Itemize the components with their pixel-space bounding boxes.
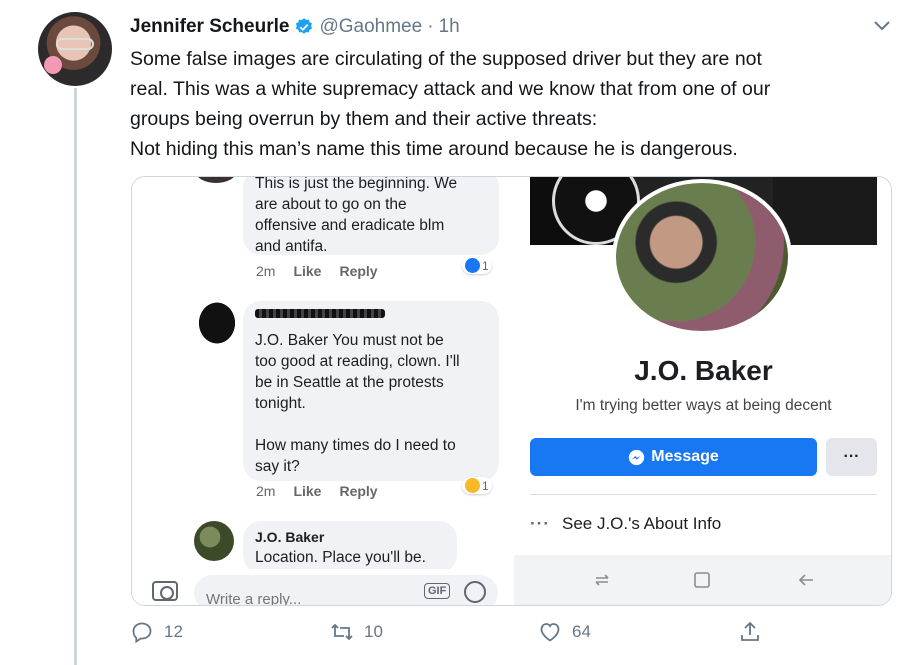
reaction-count: 1 bbox=[482, 258, 489, 273]
reply-count: 12 bbox=[164, 622, 183, 641]
recent-apps-icon[interactable] bbox=[592, 569, 612, 591]
comment-line: and antifa. bbox=[255, 238, 328, 255]
reaction-badge: 1 bbox=[462, 477, 492, 494]
messenger-icon bbox=[629, 449, 645, 465]
reply-link[interactable]: Reply bbox=[339, 263, 377, 279]
divider bbox=[530, 494, 877, 495]
like-icon bbox=[540, 623, 560, 642]
comment-line: tonight. bbox=[255, 395, 306, 412]
like-link[interactable]: Like bbox=[293, 263, 321, 279]
comment-actions: 2m Like Reply bbox=[256, 483, 396, 499]
android-nav-bar bbox=[514, 555, 891, 605]
chevron-down-icon[interactable] bbox=[872, 18, 892, 34]
comment-author: J.O. Baker bbox=[255, 529, 325, 545]
fb-profile-screenshot: J.O. Baker I'm trying better ways at bei… bbox=[514, 177, 891, 605]
redacted-name bbox=[255, 309, 385, 318]
like-link[interactable]: Like bbox=[293, 483, 321, 499]
display-name[interactable]: Jennifer Scheurle bbox=[130, 16, 289, 38]
like-button[interactable]: 64 bbox=[538, 620, 591, 644]
reaction-badge: 1 bbox=[462, 257, 492, 274]
avatar-flower bbox=[44, 56, 62, 74]
about-info-link[interactable]: ··· See J.O.'s About Info bbox=[530, 514, 721, 534]
comment-line: say it? bbox=[255, 458, 300, 475]
timestamp[interactable]: 1h bbox=[439, 16, 460, 38]
gif-icon[interactable]: GIF bbox=[424, 583, 451, 599]
retweet-count: 10 bbox=[364, 622, 383, 641]
tweet-text: Some false images are circulating of the… bbox=[130, 44, 890, 164]
retweet-icon bbox=[331, 623, 353, 641]
reply-bar: GIF bbox=[132, 569, 514, 605]
profile-name: J.O. Baker bbox=[634, 355, 773, 386]
reply-button[interactable]: 12 bbox=[130, 620, 183, 644]
comment-line: too good at reading, clown. I'll bbox=[255, 353, 460, 370]
share-button[interactable] bbox=[738, 620, 772, 644]
camera-icon[interactable] bbox=[152, 581, 178, 601]
thread-line bbox=[74, 88, 77, 665]
home-icon[interactable] bbox=[692, 569, 712, 591]
retweet-button[interactable]: 10 bbox=[330, 620, 383, 644]
comment-line: J.O. Baker You must not be bbox=[255, 332, 444, 349]
verified-badge-icon bbox=[296, 18, 313, 34]
tweet-text-line: Not hiding this man’s name this time aro… bbox=[130, 138, 738, 160]
comment-time: 2m bbox=[256, 263, 276, 279]
like-count: 64 bbox=[572, 622, 591, 641]
tweet-media[interactable]: This is just the beginning. We are about… bbox=[131, 176, 892, 606]
comment-bubble: J.O. Baker You must not be too good at r… bbox=[243, 301, 499, 481]
redacted-avatar bbox=[194, 297, 240, 349]
handle[interactable]: @Gaohmee bbox=[319, 16, 422, 38]
profile-picture bbox=[612, 179, 792, 335]
baker-avatar bbox=[194, 521, 234, 561]
comment-line: be in Seattle at the protests bbox=[255, 374, 444, 391]
more-button[interactable]: ··· bbox=[826, 438, 877, 476]
tweet-text-line: Some false images are circulating of the… bbox=[130, 48, 762, 70]
avatar-glasses bbox=[56, 38, 94, 50]
profile-bio: I'm trying better ways at being decent bbox=[575, 397, 832, 414]
avatar[interactable] bbox=[38, 12, 112, 86]
message-button[interactable]: Message bbox=[530, 438, 817, 476]
comment-line: Location. Place you'll be. bbox=[255, 549, 426, 566]
comment-line: are about to go on the bbox=[255, 196, 407, 213]
comment-actions: 2m Like Reply bbox=[256, 263, 396, 279]
comment-bubble: This is just the beginning. We are about… bbox=[243, 176, 499, 255]
haha-icon bbox=[465, 478, 480, 493]
message-button-label: Message bbox=[651, 448, 719, 465]
comment-bubble: J.O. Baker Location. Place you'll be. bbox=[243, 521, 457, 573]
tweet-text-line: groups being overrun by them and their a… bbox=[130, 108, 598, 130]
about-info-label: See J.O.'s About Info bbox=[561, 514, 722, 533]
emoji-icon[interactable] bbox=[464, 581, 486, 603]
more-dots: ··· bbox=[530, 514, 550, 533]
thumbs-up-icon bbox=[465, 258, 480, 273]
fb-comments-screenshot: This is just the beginning. We are about… bbox=[132, 176, 514, 605]
tweet-actions: 12 10 64 bbox=[130, 620, 890, 650]
separator: · bbox=[427, 16, 434, 37]
reaction-count: 1 bbox=[482, 478, 489, 493]
comment-line: How many times do I need to bbox=[255, 437, 456, 454]
comment-line: offensive and eradicate blm bbox=[255, 217, 445, 234]
reply-input[interactable] bbox=[194, 575, 498, 605]
back-icon[interactable] bbox=[796, 569, 816, 591]
reply-link[interactable]: Reply bbox=[339, 483, 377, 499]
commenter-avatar bbox=[196, 177, 236, 183]
reply-icon bbox=[132, 622, 152, 644]
tweet-header: Jennifer Scheurle @Gaohmee · 1h bbox=[130, 14, 460, 40]
tweet-text-line: real. This was a white supremacy attack … bbox=[130, 78, 771, 100]
comment-line: This is just the beginning. We bbox=[255, 176, 458, 192]
comment-time: 2m bbox=[256, 483, 276, 499]
share-icon bbox=[741, 621, 759, 641]
